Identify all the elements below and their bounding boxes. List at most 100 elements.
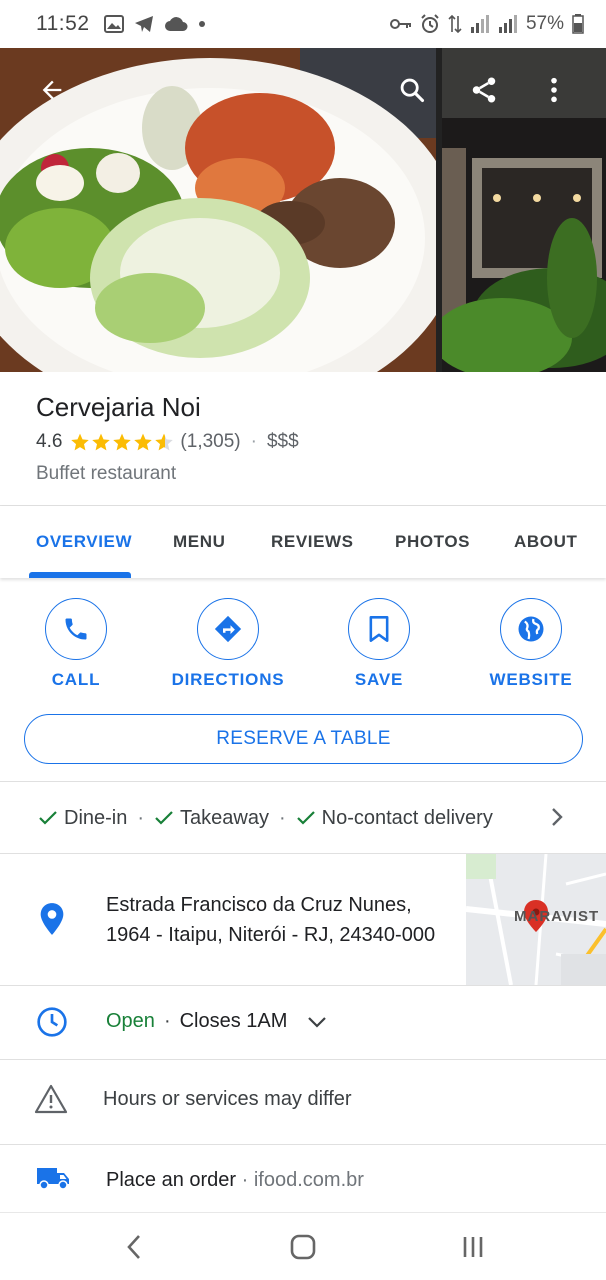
system-icons: 57% — [389, 13, 584, 35]
directions-circle — [197, 598, 259, 660]
status-time: 11:52 — [36, 12, 90, 35]
star-icon — [134, 433, 153, 451]
place-header: Cervejaria Noi 4.6 (1,305) · $$$ Buffet … — [0, 372, 606, 506]
call-circle — [45, 598, 107, 660]
nav-recents-button[interactable] — [451, 1231, 495, 1263]
hours-row[interactable]: Open · Closes 1AM — [0, 986, 606, 1059]
call-button[interactable]: CALL — [1, 598, 151, 690]
star-icon — [113, 433, 132, 451]
mini-map[interactable]: MARAVIST — [466, 854, 606, 985]
check-icon — [296, 811, 315, 825]
dot-icon — [198, 21, 205, 27]
service-label: Takeaway — [180, 806, 269, 829]
active-tab-indicator — [29, 572, 131, 578]
arrow-back-icon — [42, 80, 62, 100]
tab-reviews[interactable]: REVIEWS — [271, 506, 354, 578]
address-row[interactable]: Estrada Francisco da Cruz Nunes, 1964 - … — [0, 854, 606, 985]
hours-text: Open · Closes 1AM — [106, 1010, 327, 1033]
share-icon — [472, 77, 496, 103]
address-line2: 1964 - Itaipu, Niterói - RJ, 24340-000 — [106, 924, 436, 946]
notice-text: Hours or services may differ — [103, 1088, 352, 1110]
tab-bar: OVERVIEW MENU REVIEWS PHOTOS ABOUT — [0, 506, 606, 578]
globe-icon — [518, 616, 544, 642]
map-neighborhood-label: MARAVIST — [514, 908, 600, 925]
rating-row[interactable]: 4.6 (1,305) · $$$ — [36, 431, 570, 453]
star-icon — [71, 433, 90, 451]
search-icon — [400, 78, 425, 103]
order-text: Place an order · ifood.com.br — [106, 1169, 364, 1192]
signal-icon-2 — [498, 15, 517, 33]
battery-icon — [572, 14, 584, 34]
battery-percent: 57% — [525, 13, 564, 34]
service-no-contact-delivery: No-contact delivery — [296, 807, 493, 830]
nav-back-icon — [127, 1235, 140, 1259]
place-name: Cervejaria Noi — [36, 392, 201, 422]
share-button[interactable] — [462, 68, 506, 112]
price-level: $$$ — [266, 431, 299, 452]
separator-dot: · — [278, 806, 286, 829]
separator-dot: · — [250, 431, 257, 452]
separator-dot: · — [163, 1010, 171, 1032]
service-options[interactable]: Dine-in · Takeaway · No-contact delivery — [0, 782, 606, 854]
vpn-key-icon — [389, 19, 411, 29]
directions-label: DIRECTIONS — [171, 670, 285, 689]
rating-value: 4.6 — [36, 431, 63, 452]
reserve-table-button[interactable]: RESERVE A TABLE — [24, 714, 583, 764]
nav-back-button[interactable] — [112, 1231, 156, 1263]
data-arrows-icon — [448, 14, 462, 34]
bookmark-icon — [369, 616, 389, 642]
order-separator: · — [236, 1169, 254, 1191]
closing-time: Closes 1AM — [179, 1010, 288, 1032]
address-line1: Estrada Francisco da Cruz Nunes, — [106, 894, 412, 916]
delivery-truck-icon — [37, 1168, 69, 1190]
service-takeaway: Takeaway — [154, 807, 269, 830]
tab-photos[interactable]: PHOTOS — [395, 506, 470, 578]
alarm-icon — [421, 14, 439, 33]
separator-dot: · — [137, 806, 145, 829]
order-label: Place an order — [106, 1169, 237, 1191]
location-pin-icon — [40, 903, 64, 935]
phone-icon — [65, 618, 87, 640]
more-vert-icon — [551, 77, 557, 103]
photo-header — [0, 48, 606, 372]
service-label: No-contact delivery — [321, 806, 493, 829]
star-rating — [70, 432, 174, 452]
clock-icon — [37, 1007, 67, 1037]
place-category: Buffet restaurant — [36, 463, 177, 484]
save-label: SAVE — [354, 670, 404, 689]
tab-menu[interactable]: MENU — [173, 506, 225, 578]
check-icon — [39, 811, 57, 825]
signal-icon — [470, 15, 489, 33]
website-button[interactable]: WEBSITE — [456, 598, 606, 690]
nav-home-button[interactable] — [281, 1231, 325, 1263]
directions-icon — [214, 615, 242, 643]
chevron-down-icon — [308, 1016, 327, 1028]
cloud-icon — [164, 17, 187, 31]
back-button[interactable] — [30, 68, 74, 112]
website-label: WEBSITE — [489, 670, 573, 689]
nav-recents-icon — [463, 1237, 483, 1257]
nav-home-icon — [290, 1234, 316, 1260]
gallery-icon — [103, 15, 124, 33]
action-buttons: CALL DIRECTIONS SAVE WEBSITE — [0, 598, 606, 698]
notification-icons — [103, 15, 206, 33]
call-label: CALL — [51, 670, 101, 689]
search-button[interactable] — [390, 68, 434, 112]
chevron-right-icon — [552, 808, 563, 826]
service-dine-in: Dine-in — [38, 807, 127, 830]
star-half-icon — [155, 433, 174, 451]
star-icon — [92, 433, 111, 451]
address-text: Estrada Francisco da Cruz Nunes, 1964 - … — [106, 890, 456, 950]
order-domain: ifood.com.br — [253, 1169, 364, 1191]
review-count: (1,305) — [180, 431, 241, 452]
check-icon — [155, 811, 173, 825]
more-options-button[interactable] — [532, 68, 576, 112]
save-button[interactable]: SAVE — [304, 598, 454, 690]
tab-overview[interactable]: OVERVIEW — [36, 506, 132, 578]
tab-about[interactable]: ABOUT — [514, 506, 577, 578]
directions-button[interactable]: DIRECTIONS — [153, 598, 303, 690]
notice-row: Hours or services may differ — [0, 1060, 606, 1144]
order-row[interactable]: Place an order · ifood.com.br — [0, 1145, 606, 1213]
website-circle — [500, 598, 562, 660]
warning-icon — [34, 1084, 68, 1114]
